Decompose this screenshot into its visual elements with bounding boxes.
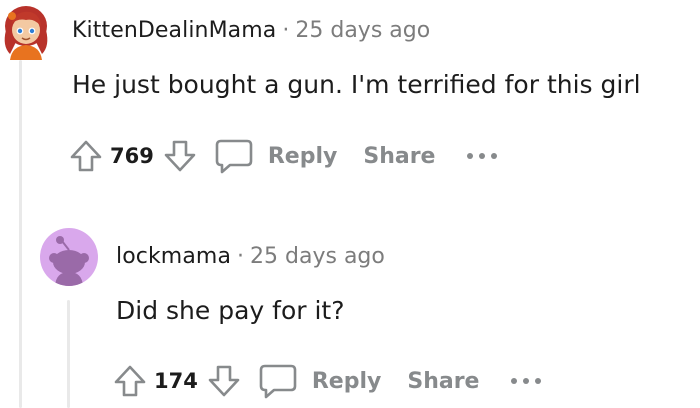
vote-score: 769 — [110, 144, 154, 168]
reply-button[interactable]: Reply — [214, 137, 338, 175]
timestamp[interactable]: 25 days ago — [250, 244, 385, 269]
comment-action-bar: 174 Reply Share — [110, 361, 543, 401]
username-link[interactable]: lockmama — [116, 244, 231, 269]
default-snoo-avatar-icon — [49, 236, 89, 286]
upvote-arrow-icon — [70, 140, 102, 172]
downvote-button[interactable] — [160, 136, 200, 176]
vote-score: 174 — [154, 369, 198, 393]
share-label: Share — [363, 143, 436, 169]
comment-meta: lockmama · 25 days ago — [116, 244, 385, 269]
upvote-button[interactable] — [66, 136, 106, 176]
timestamp[interactable]: 25 days ago — [295, 18, 430, 43]
share-button[interactable]: Share — [363, 144, 435, 169]
user-avatar[interactable] — [40, 228, 98, 286]
more-dots-icon — [467, 153, 498, 159]
more-options-button[interactable] — [509, 361, 543, 401]
more-dots-icon — [511, 378, 542, 384]
meta-separator: · — [282, 18, 290, 43]
upvote-arrow-icon — [114, 365, 146, 397]
share-button[interactable]: Share — [407, 369, 479, 394]
more-options-button[interactable] — [465, 136, 499, 176]
thread-line-top[interactable] — [19, 60, 22, 408]
reply-button[interactable]: Reply — [258, 362, 382, 400]
comment-meta: KittenDealinMama · 25 days ago — [72, 18, 430, 43]
comment-thread: KittenDealinMama · 25 days ago He just bou… — [0, 0, 700, 408]
comment-body: Did she pay for it? — [116, 296, 345, 325]
cartoon-girl-avatar-icon — [4, 6, 48, 60]
share-label: Share — [407, 368, 480, 394]
username-link[interactable]: KittenDealinMama — [72, 18, 276, 43]
thread-line-reply[interactable] — [67, 300, 70, 408]
reply-label: Reply — [311, 368, 382, 394]
comment-bubble-icon — [259, 364, 297, 399]
comment-action-bar: 769 Reply Share — [66, 136, 499, 176]
downvote-arrow-icon — [164, 140, 196, 172]
downvote-button[interactable] — [204, 361, 244, 401]
reply-label: Reply — [267, 143, 338, 169]
user-avatar[interactable] — [0, 2, 52, 60]
comment-body: He just bought a gun. I'm terrified for … — [72, 70, 641, 99]
downvote-arrow-icon — [208, 365, 240, 397]
upvote-button[interactable] — [110, 361, 150, 401]
meta-separator: · — [237, 244, 245, 269]
comment-bubble-icon — [215, 139, 253, 174]
